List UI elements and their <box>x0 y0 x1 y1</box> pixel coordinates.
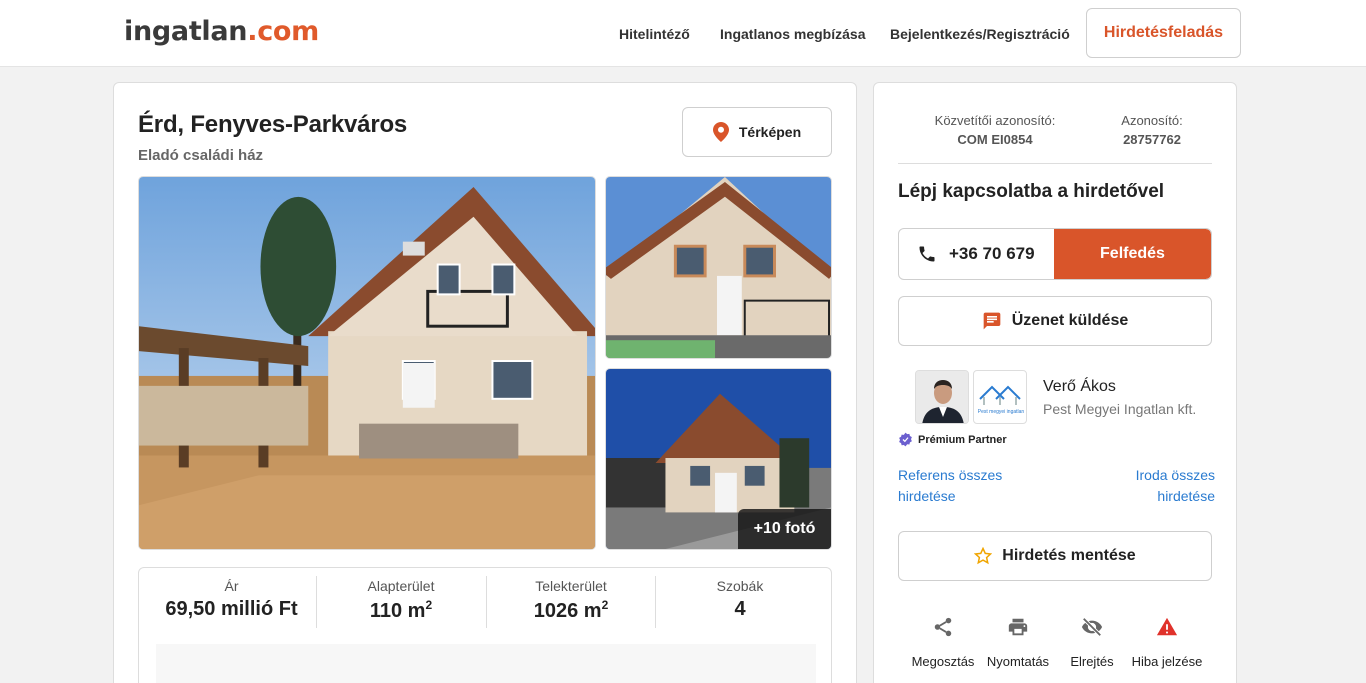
warning-icon <box>1156 617 1178 636</box>
share-icon <box>934 617 952 637</box>
stat-plot-area: Telekterület 1026 m2 <box>533 578 609 622</box>
premium-partner-badge: Prémium Partner <box>898 432 1007 447</box>
agent-photo <box>916 371 968 423</box>
phone-icon <box>919 246 935 262</box>
house-logo-icon: Pest megyei ingatlan <box>978 385 1025 415</box>
save-listing-button[interactable]: Hirdetés mentése <box>898 531 1212 581</box>
stat-rooms: Szobák 4 <box>716 578 764 620</box>
stat-price: Ár 69,50 millió Ft <box>165 578 298 620</box>
listing-subtitle: Eladó családi ház <box>138 147 264 164</box>
nav-link-loan[interactable]: Hitelintéző <box>619 26 690 42</box>
nav-link-agent[interactable]: Ingatlanos megbízása <box>720 26 865 42</box>
listing-stats: Ár 69,50 millió Ft Alapterület 110 m2 Te… <box>138 567 832 683</box>
listing-id: Azonosító: 28757762 <box>1121 113 1183 147</box>
hide-icon <box>1081 617 1103 637</box>
post-ad-button[interactable]: Hirdetésfeladás <box>1086 8 1241 58</box>
chat-icon <box>983 312 1001 330</box>
star-icon <box>974 547 993 565</box>
print-action[interactable]: Nyomtatás <box>978 613 1058 671</box>
site-logo[interactable]: ingatlan.com <box>124 16 319 47</box>
side-photo-1[interactable] <box>605 176 832 359</box>
phone-number: +36 70 679 <box>917 229 1035 279</box>
agent-office[interactable]: Pest Megyei Ingatlan kft. <box>1043 401 1196 417</box>
side-photo-2[interactable]: +10 fotó <box>605 368 832 550</box>
stats-extra-panel <box>156 644 816 683</box>
contact-card: Közvetítői azonosító: COM EI0854 Azonosí… <box>873 82 1237 683</box>
report-error-action[interactable]: Hiba jelzése <box>1127 613 1207 671</box>
listing-card: Érd, Fenyves-Parkváros Eladó családi ház… <box>113 82 857 683</box>
hide-action[interactable]: Elrejtés <box>1052 613 1132 671</box>
agent-all-ads-link[interactable]: Referens összes hirdetése <box>898 465 1038 507</box>
divider <box>898 163 1212 164</box>
map-pin-icon <box>712 122 729 142</box>
stat-floor-area: Alapterület 110 m2 <box>367 578 435 622</box>
more-photos-button[interactable]: +10 fotó <box>738 509 831 549</box>
house-photo-image <box>606 177 831 358</box>
phone-box: +36 70 679 Felfedés <box>898 228 1212 280</box>
site-header: ingatlan.com Hitelintéző Ingatlanos megb… <box>0 0 1366 67</box>
contact-heading: Lépj kapcsolatba a hirdetővel <box>898 181 1165 202</box>
agent-avatar[interactable] <box>915 370 969 424</box>
send-message-button[interactable]: Üzenet küldése <box>898 296 1212 346</box>
share-action[interactable]: Megosztás <box>903 613 983 671</box>
map-button-label: Térképen <box>738 124 802 140</box>
print-icon <box>1008 618 1028 636</box>
verified-badge-icon <box>899 432 912 447</box>
main-photo[interactable] <box>138 176 596 550</box>
house-photo-image <box>139 177 595 549</box>
agency-logo[interactable]: Pest megyei ingatlan <box>973 370 1027 424</box>
reveal-phone-button[interactable]: Felfedés <box>1054 229 1211 279</box>
svg-text:Pest megyei ingatlan: Pest megyei ingatlan <box>978 409 1025 415</box>
broker-id: Közvetítői azonosító: COM EI0854 <box>934 113 1056 147</box>
listing-title: Érd, Fenyves-Parkváros <box>138 111 408 138</box>
nav-link-login[interactable]: Bejelentkezés/Regisztráció <box>890 26 1070 42</box>
office-all-ads-link[interactable]: Iroda összes hirdetése <box>1075 465 1215 507</box>
agent-name[interactable]: Verő Ákos <box>1043 378 1116 396</box>
map-button[interactable]: Térképen <box>682 107 832 157</box>
